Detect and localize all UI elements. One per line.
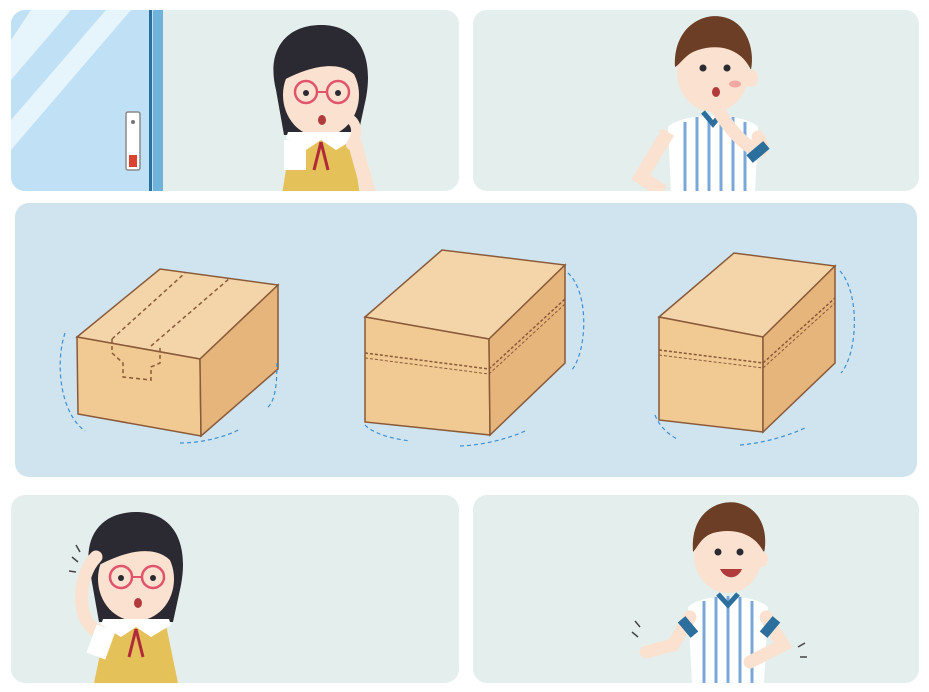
box-taped-top-icon — [59, 268, 280, 444]
box-taped-horizontal-icon — [363, 249, 585, 447]
girl-confused-icon — [68, 512, 184, 683]
panel-girl-at-door — [11, 10, 459, 191]
girl-thinking-icon — [273, 25, 376, 191]
panel-three-boxes — [15, 203, 917, 477]
boy-explaining-icon — [631, 502, 807, 683]
panel-girl-confused — [11, 495, 459, 683]
panel-boy-thinking — [473, 10, 919, 191]
box-taped-side-icon — [654, 252, 855, 446]
boy-thinking-icon — [631, 16, 770, 191]
panel-boy-explaining — [473, 495, 919, 683]
door-handle-icon — [125, 111, 141, 171]
